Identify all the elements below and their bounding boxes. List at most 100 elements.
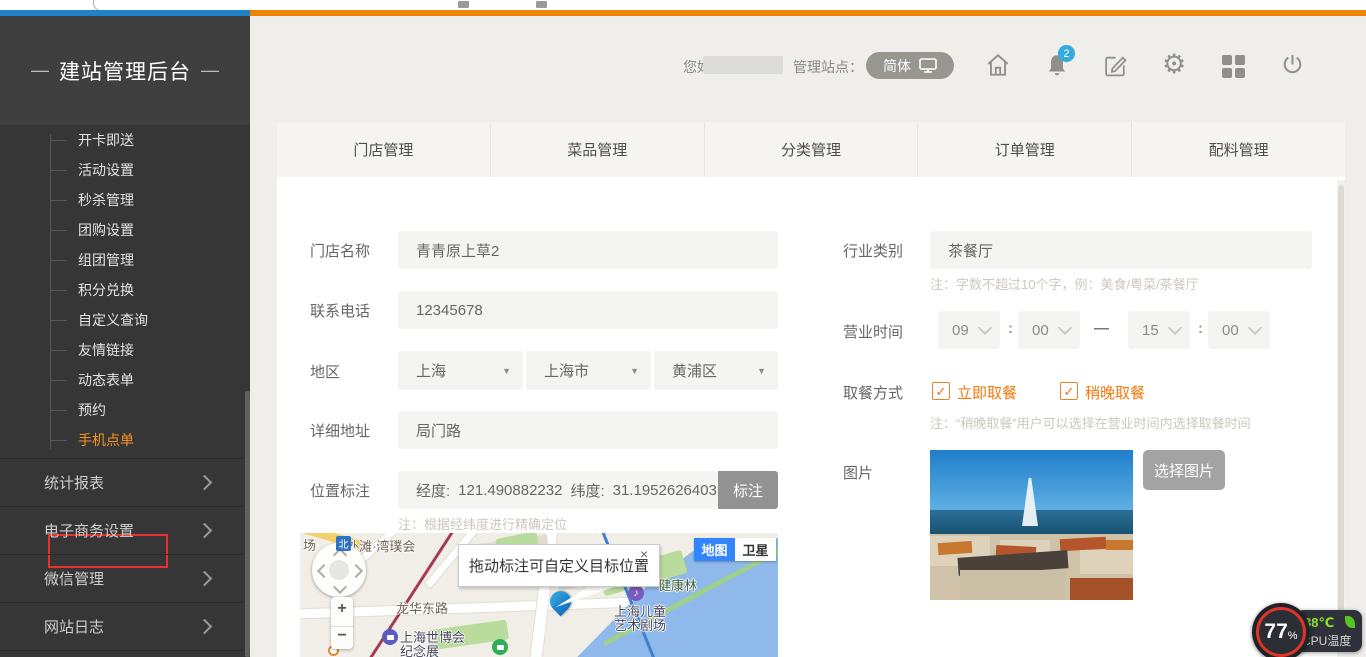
open-minute-select[interactable]: 00 [1018,311,1080,349]
address-label: 详细地址 [310,420,370,441]
region-label: 地区 [310,361,340,382]
industry-note: 注：字数不超过10个字，例：美食/粤菜/茶餐厅 [930,274,1199,293]
province-select[interactable]: 上海▼ [398,351,523,390]
sidebar-item[interactable]: 团购设置 [0,215,250,245]
sidebar-item[interactable]: 开卡即送 [0,125,250,155]
sidebar-item-label: 友情链接 [78,340,134,360]
map[interactable]: 场 外滩·湾璞会 龙华东路 上海世博会 纪念展 上海儿童 艺术剧场 健康林 ♪ … [300,533,778,657]
tab-ingredients[interactable]: 配料管理 [1131,122,1345,177]
sidebar-item-active[interactable]: 手机点单 [0,425,250,455]
industry-label: 行业类别 [843,240,903,261]
chevron-down-icon [978,321,992,335]
gear-icon: ⚙ [1162,49,1186,79]
sidebar-item[interactable]: 自定义查询 [0,305,250,335]
sidebar-section[interactable]: 电子商务设置 [0,506,250,554]
cpu-usage-gauge[interactable]: 77 % [1252,603,1310,657]
settings-button[interactable]: ⚙ [1162,49,1186,80]
location-label: 位置标注 [310,480,370,501]
close-hour-select[interactable]: 15 [1128,311,1190,349]
district-select[interactable]: 黄浦区 ▼ [654,351,778,390]
tree-tick-icon [50,140,67,141]
tab-orders[interactable]: 订单管理 [917,122,1131,177]
tab-categories[interactable]: 分类管理 [704,122,918,177]
chevron-down-icon: ▼ [757,366,766,376]
chevron-down-icon [1248,321,1262,335]
sidebar-menu: 开卡即送 活动设置 秒杀管理 团购设置 组团管理 积分兑换 自定义查询 友情链接… [0,125,250,455]
pickup-now-label[interactable]: 立即取餐 [957,382,1017,403]
map-type-map-button[interactable]: 地图 [694,538,735,561]
pickup-later-label[interactable]: 稍晚取餐 [1085,382,1145,403]
sidebar-item-label: 团购设置 [78,220,134,240]
map-tooltip: 拖动标注可自定义目标位置 [458,544,660,587]
sidebar-item[interactable]: 活动设置 [0,155,250,185]
browser-icon[interactable] [458,1,469,8]
chevron-right-icon [197,619,213,635]
tree-tick-icon [50,380,67,381]
home-icon [985,52,1011,78]
pan-down-icon[interactable] [333,580,347,594]
tab-dishes[interactable]: 菜品管理 [490,122,704,177]
sidebar-item-label: 组团管理 [78,250,134,270]
sidebar-section[interactable]: 统计报表 [0,458,250,506]
phone-input[interactable]: 12345678 [398,291,778,329]
map-zoom-control: + − [331,597,353,649]
zoom-out-button[interactable]: − [331,626,353,645]
badge-count: 2 [1063,48,1069,60]
mark-button[interactable]: 标注 [718,471,778,509]
logout-button[interactable] [1280,52,1305,82]
sidebar-section[interactable]: 微信管理 [0,554,250,602]
leaf-icon [1345,616,1355,628]
location-input[interactable]: 经度: 121.490882232 纬度: 31.1952626403 [398,471,718,509]
check-icon: ✓ [936,385,947,398]
sidebar-item[interactable]: 秒杀管理 [0,185,250,215]
section-label: 统计报表 [44,472,104,493]
map-type-satellite-button[interactable]: 卫星 [735,538,776,561]
sidebar-item[interactable]: 友情链接 [0,335,250,365]
music-icon: ♪ [628,585,644,601]
chevron-down-icon [1058,321,1072,335]
sidebar-item-label: 预约 [78,400,106,420]
map-pan-control[interactable] [312,543,366,597]
district-value: 黄浦区 [672,360,717,381]
tree-tick-icon [50,320,67,321]
tab-store[interactable]: 门店管理 [277,122,490,177]
tree-tick-icon [50,350,67,351]
industry-input[interactable]: 茶餐厅 [930,231,1312,269]
panel-scrollbar-thumb[interactable] [1338,185,1344,625]
lng-value: 121.490882232 [458,482,562,499]
power-icon [1280,52,1305,77]
sidebar-item[interactable]: 预约 [0,395,250,425]
tree-tick-icon [50,290,67,291]
zoom-in-button[interactable]: + [331,600,353,618]
store-name-input[interactable]: 青青原上草2 [398,231,778,269]
browser-icon[interactable] [536,1,547,8]
map-label: 场 [303,535,316,554]
apps-button[interactable] [1222,55,1245,78]
pickup-now-checkbox[interactable]: ✓ [932,382,950,400]
pickup-later-checkbox[interactable]: ✓ [1060,382,1078,400]
address-input[interactable]: 局门路 [398,411,778,449]
sidebar-scrollbar[interactable] [245,391,250,657]
sidebar-item[interactable]: 组团管理 [0,245,250,275]
open-hour-select[interactable]: 09 [938,311,1000,349]
language-pill-button[interactable]: 简体 [866,52,954,79]
pickup-label: 取餐方式 [843,382,903,403]
section-label: 网站日志 [44,616,104,637]
pan-right-icon[interactable] [349,564,363,578]
sidebar-sections: 统计报表 电子商务设置 微信管理 网站日志 [0,458,250,657]
image-label: 图片 [843,462,873,483]
choose-image-button[interactable]: 选择图片 [1143,450,1225,490]
close-icon[interactable]: × [640,546,648,562]
sidebar-section[interactable]: 网站日志 [0,602,250,650]
map-label-expo2: 纪念展 [400,641,439,657]
browser-strip [0,0,1366,10]
home-button[interactable] [985,52,1011,83]
time-dash: — [1094,320,1109,337]
pickup-note: 注：“稍晚取餐”用户可以选择在营业时间内选择取餐时间 [930,413,1251,432]
sidebar-item[interactable]: 积分兑换 [0,275,250,305]
close-minute-select[interactable]: 00 [1208,311,1270,349]
sidebar-item-label: 秒杀管理 [78,190,134,210]
edit-button[interactable] [1103,53,1128,83]
sidebar-item[interactable]: 动态表单 [0,365,250,395]
city-select[interactable]: 上海市▼ [526,351,651,390]
